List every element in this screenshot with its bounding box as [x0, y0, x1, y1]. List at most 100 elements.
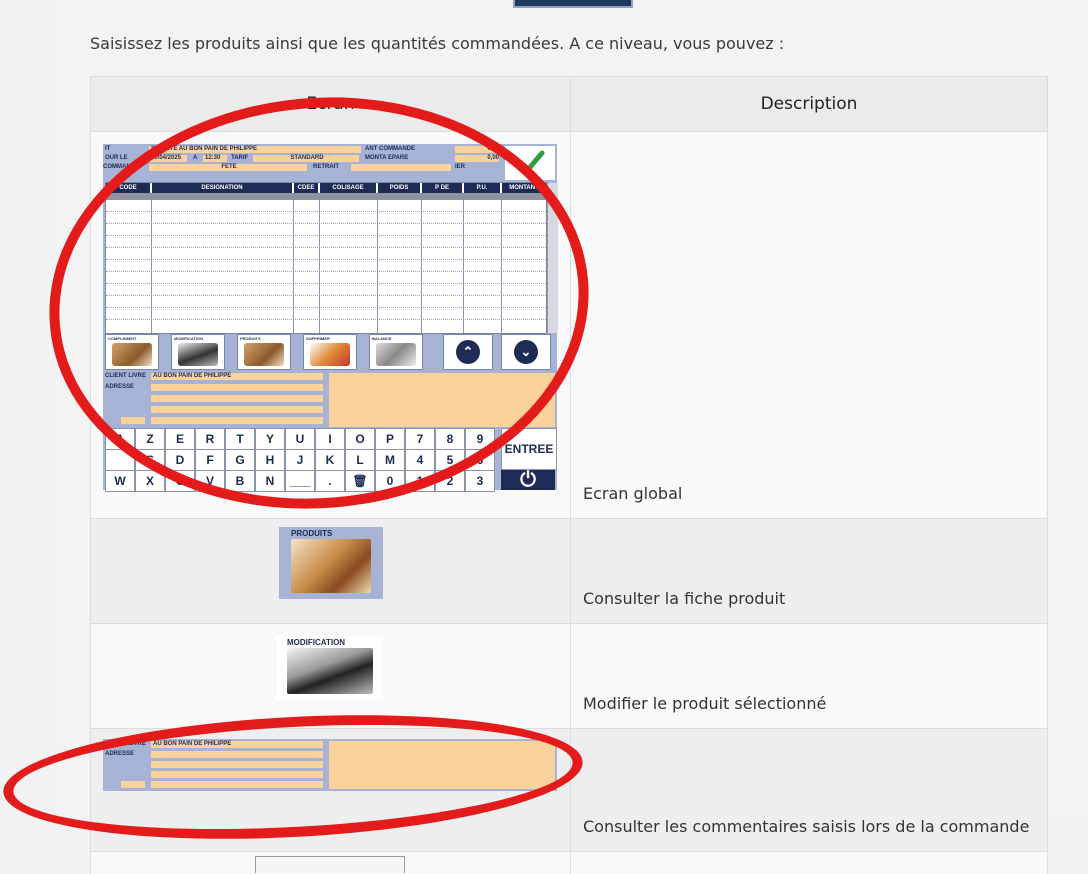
- retrait-field[interactable]: [351, 164, 451, 171]
- col-code: CODE: [106, 183, 150, 193]
- key-Z[interactable]: Z: [135, 428, 165, 450]
- grid-line: [106, 271, 546, 272]
- client-field[interactable]: SOCIETE AU BON PAIN DE PHILIPPE: [149, 146, 361, 153]
- client-livre-label: CLIENT LIVRE: [105, 741, 146, 747]
- grid-scrollbar[interactable]: [547, 183, 558, 333]
- key-M[interactable]: M: [375, 449, 405, 471]
- key-V[interactable]: V: [195, 470, 225, 492]
- key-blank[interactable]: [105, 449, 135, 471]
- date-field[interactable]: 30/04/2025: [149, 155, 187, 162]
- scroll-up-button[interactable]: ⌃: [443, 334, 493, 370]
- key-symbol[interactable]: .: [315, 470, 345, 492]
- table-row: IT SOCIETE AU BON PAIN DE PHILIPPE OUR L…: [91, 132, 1048, 519]
- key-W[interactable]: W: [105, 470, 135, 492]
- key-T[interactable]: T: [225, 428, 255, 450]
- adresse-line-3: [151, 771, 323, 778]
- table-row: CLIENT LIVRE AU BON PAIN DE PHILIPPE ADR…: [91, 729, 1048, 852]
- tarif-label: TARIF: [231, 155, 248, 161]
- tarif-field[interactable]: STANDARD: [253, 155, 359, 162]
- key-E[interactable]: E: [165, 428, 195, 450]
- produits-thumb-label: PRODUITS: [291, 529, 332, 538]
- col-colisage: COLISAGE: [320, 183, 376, 193]
- produits-label: PRODUITS: [240, 336, 261, 341]
- grid-divider: [377, 193, 378, 333]
- grid-line: [106, 295, 546, 296]
- adresse-line-2[interactable]: [151, 395, 323, 402]
- client-livre-field[interactable]: AU BON PAIN DE PHILIPPE: [151, 373, 323, 380]
- adresse-line-3[interactable]: [151, 406, 323, 413]
- bread-image: [291, 539, 371, 593]
- commande-field[interactable]: FETE: [149, 164, 307, 171]
- produits-button[interactable]: PRODUITS: [237, 334, 291, 370]
- key-D[interactable]: D: [165, 449, 195, 471]
- key-G[interactable]: G: [225, 449, 255, 471]
- key-Y[interactable]: Y: [255, 428, 285, 450]
- city-field[interactable]: [151, 417, 323, 424]
- key-8[interactable]: 8: [435, 428, 465, 450]
- key-4[interactable]: 4: [405, 449, 435, 471]
- validate-button[interactable]: [505, 146, 555, 180]
- key-0[interactable]: 0: [375, 470, 405, 492]
- key-3[interactable]: 3: [465, 470, 495, 492]
- key-B[interactable]: B: [225, 470, 255, 492]
- complement-button[interactable]: COMPLEMENT: [105, 334, 159, 370]
- balance-button[interactable]: BALANCE: [369, 334, 423, 370]
- key-F[interactable]: F: [195, 449, 225, 471]
- selected-row[interactable]: [106, 193, 546, 200]
- key-symbol[interactable]: ___: [285, 470, 315, 492]
- adresse-line-1[interactable]: [151, 384, 323, 391]
- key-C[interactable]: C: [165, 470, 195, 492]
- comment-box[interactable]: [329, 373, 555, 427]
- key-O[interactable]: O: [345, 428, 375, 450]
- previous-screenshot-thumbnail: [513, 0, 633, 8]
- key-7[interactable]: 7: [405, 428, 435, 450]
- montant-commande-label: ANT COMMANDE: [365, 146, 415, 152]
- screen-cell: IT SOCIETE AU BON PAIN DE PHILIPPE OUR L…: [91, 132, 571, 519]
- power-button[interactable]: ⏻: [501, 470, 555, 490]
- description-cell: Consulter la fiche produit: [571, 519, 1048, 624]
- chevron-up-icon: ⌃: [456, 340, 480, 364]
- key-5[interactable]: 5: [435, 449, 465, 471]
- key-I[interactable]: I: [315, 428, 345, 450]
- key-9[interactable]: 9: [465, 428, 495, 450]
- grid-line: [106, 211, 546, 212]
- bread-image: [244, 343, 284, 366]
- col-prix-vente: P DE: [422, 183, 462, 193]
- key-X[interactable]: X: [135, 470, 165, 492]
- key-P[interactable]: P: [375, 428, 405, 450]
- key-J[interactable]: J: [285, 449, 315, 471]
- time-field[interactable]: 12:30: [203, 155, 227, 162]
- scroll-down-button[interactable]: ⌄: [501, 334, 551, 370]
- commande-label: COMMANDE: [103, 164, 139, 170]
- key-L[interactable]: L: [345, 449, 375, 471]
- entree-button[interactable]: ENTREE: [501, 428, 557, 470]
- key-1[interactable]: 1: [405, 470, 435, 492]
- col-pu: P.U.: [464, 183, 500, 193]
- produits-thumbnail: PRODUITS: [279, 527, 383, 599]
- a-label: A: [193, 155, 197, 161]
- modification-button[interactable]: MODIFICATION: [171, 334, 225, 370]
- description-cell: Ecran global: [571, 132, 1048, 519]
- key-U[interactable]: U: [285, 428, 315, 450]
- balance-label: BALANCE: [372, 336, 392, 341]
- order-lines-grid[interactable]: CODE DESIGNATION CDEE COLISAGE POIDS P D…: [105, 182, 547, 334]
- supprimer-button[interactable]: SUPPRIMER: [303, 334, 357, 370]
- key-H[interactable]: H: [255, 449, 285, 471]
- adresse-line-2: [151, 761, 323, 768]
- key-N[interactable]: N: [255, 470, 285, 492]
- client-livre-field: AU BON PAIN DE PHILIPPE: [151, 741, 323, 748]
- grid-divider: [293, 193, 294, 333]
- screens-table: Ecran Description IT SOCIETE AU BON PAIN…: [90, 76, 1048, 874]
- checkmark-icon: [515, 150, 545, 176]
- key-6[interactable]: 6: [465, 449, 495, 471]
- key-S[interactable]: S: [135, 449, 165, 471]
- scale-image: [376, 343, 416, 366]
- key-K[interactable]: K: [315, 449, 345, 471]
- postal-code-field[interactable]: [121, 417, 145, 424]
- key-2[interactable]: 2: [435, 470, 465, 492]
- client-label: IT: [105, 146, 110, 152]
- key-R[interactable]: R: [195, 428, 225, 450]
- key-symbol[interactable]: 🗑: [345, 470, 375, 492]
- key-A[interactable]: A: [105, 428, 135, 450]
- complement-image: [112, 343, 152, 366]
